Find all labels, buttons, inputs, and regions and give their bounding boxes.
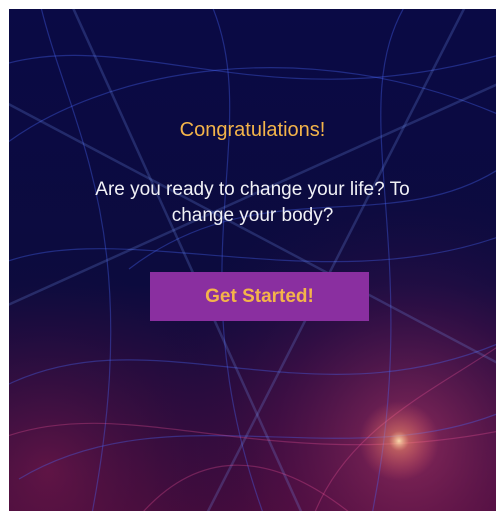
get-started-button[interactable]: Get Started! <box>150 272 369 321</box>
app-screen: Congratulations! Are you ready to change… <box>9 9 496 511</box>
motivation-message: Are you ready to change your life? To ch… <box>95 179 410 226</box>
congratulations-title: Congratulations! <box>179 119 326 141</box>
welcome-content: Congratulations! Are you ready to change… <box>9 9 496 511</box>
